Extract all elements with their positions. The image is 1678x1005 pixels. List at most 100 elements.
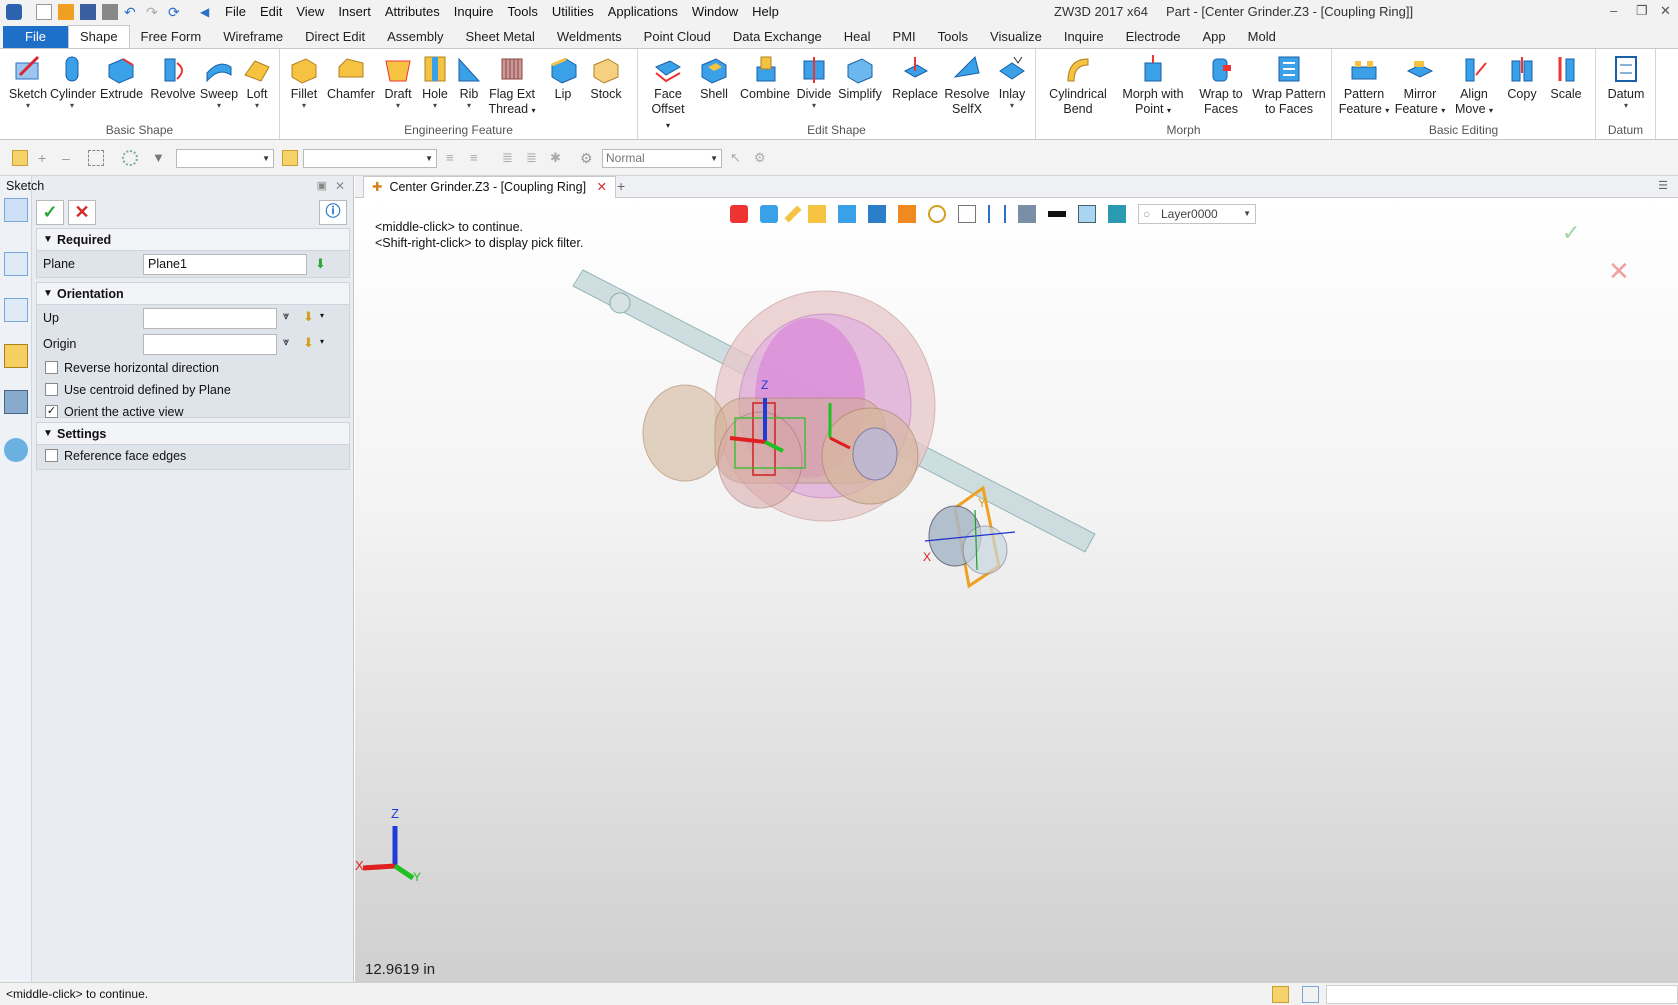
simplify-button[interactable]: Simplify bbox=[836, 53, 884, 102]
parts-box-icon[interactable] bbox=[4, 344, 28, 368]
snap-select[interactable]: ▼ bbox=[303, 149, 437, 168]
refresh-icon[interactable]: ⟳ bbox=[168, 4, 184, 20]
pin-icon[interactable]: ✱ bbox=[550, 150, 566, 166]
orient-view-checkbox[interactable]: ✓ bbox=[45, 405, 58, 418]
menu-attributes[interactable]: Attributes bbox=[378, 0, 447, 24]
divide-button[interactable]: Divide ▾ bbox=[796, 53, 832, 110]
wrap-to-faces-button[interactable]: Wrap to Faces bbox=[1196, 53, 1246, 117]
mirror-feature-button[interactable]: Mirror Feature ▾ bbox=[1394, 53, 1446, 118]
pick-origin-icon[interactable]: ⬇ bbox=[303, 335, 314, 351]
replace-button[interactable]: Replace bbox=[892, 53, 938, 102]
hole-button[interactable]: Hole ▾ bbox=[418, 53, 452, 110]
sketch-panel-icon[interactable] bbox=[4, 198, 28, 222]
shell-button[interactable]: Shell bbox=[696, 53, 732, 102]
minimize-button[interactable]: – bbox=[1610, 3, 1617, 18]
tab-free-form[interactable]: Free Form bbox=[130, 26, 213, 48]
close-window-button[interactable]: ✕ bbox=[1660, 3, 1671, 19]
chamfer-button[interactable]: Chamfer bbox=[326, 53, 376, 102]
align-left-icon[interactable]: ≡ bbox=[446, 150, 462, 166]
snap-icon[interactable] bbox=[282, 150, 298, 166]
chevron-down-icon[interactable]: ▾ bbox=[320, 311, 324, 320]
menu-file[interactable]: File bbox=[218, 0, 253, 24]
draft-button[interactable]: Draft ▾ bbox=[380, 53, 416, 110]
back-arrow-icon[interactable]: ◀ bbox=[200, 4, 216, 20]
pick-plane-icon[interactable]: ⬇ bbox=[315, 256, 326, 272]
user-icon[interactable] bbox=[4, 438, 28, 462]
menu-window[interactable]: Window bbox=[685, 0, 745, 24]
save-icon[interactable] bbox=[80, 4, 96, 20]
menu-view[interactable]: View bbox=[289, 0, 331, 24]
cylindrical-bend-button[interactable]: Cylindrical Bend bbox=[1046, 53, 1110, 117]
menu-tools[interactable]: Tools bbox=[501, 0, 545, 24]
tab-point-cloud[interactable]: Point Cloud bbox=[633, 26, 722, 48]
stock-button[interactable]: Stock bbox=[586, 53, 626, 102]
remove-pick-icon[interactable]: – bbox=[62, 150, 78, 166]
sweep-button[interactable]: Sweep ▾ bbox=[198, 53, 240, 110]
ok-button[interactable]: ✓ bbox=[36, 200, 64, 225]
tab-list-icon[interactable]: ☰ bbox=[1658, 179, 1668, 192]
datum-button[interactable]: Datum ▾ bbox=[1602, 53, 1650, 110]
tab-tools[interactable]: Tools bbox=[927, 26, 979, 48]
menu-utilities[interactable]: Utilities bbox=[545, 0, 601, 24]
command-input[interactable] bbox=[1326, 985, 1678, 1004]
chevron-down-icon[interactable]: ▾ bbox=[320, 337, 324, 346]
close-tab-icon[interactable]: ✕ bbox=[596, 180, 606, 194]
reverse-horizontal-checkbox[interactable] bbox=[45, 361, 58, 374]
tab-assembly[interactable]: Assembly bbox=[376, 26, 454, 48]
restore-button[interactable]: ❐ bbox=[1636, 3, 1648, 19]
reference-edges-checkbox[interactable] bbox=[45, 449, 58, 462]
lip-button[interactable]: Lip bbox=[548, 53, 578, 102]
menu-inquire[interactable]: Inquire bbox=[447, 0, 501, 24]
tab-app[interactable]: App bbox=[1192, 26, 1237, 48]
image-gallery-icon[interactable] bbox=[4, 390, 28, 414]
filter-select[interactable]: ▼ bbox=[176, 149, 274, 168]
menu-edit[interactable]: Edit bbox=[253, 0, 289, 24]
rib-button[interactable]: Rib ▾ bbox=[452, 53, 486, 110]
plane-field[interactable]: Plane1 bbox=[143, 254, 307, 275]
pick-up-icon[interactable]: ⬇ bbox=[303, 309, 314, 325]
gear-icon[interactable]: ⚙ bbox=[580, 150, 596, 166]
morph-with-point-button[interactable]: Morph with Point ▾ bbox=[1118, 53, 1188, 118]
tab-file[interactable]: File bbox=[3, 26, 68, 48]
tab-direct-edit[interactable]: Direct Edit bbox=[294, 26, 376, 48]
up-field[interactable] bbox=[143, 308, 277, 329]
lasso-icon[interactable] bbox=[122, 150, 138, 166]
filter-icon[interactable]: ▼ bbox=[152, 150, 168, 166]
menu-help[interactable]: Help bbox=[745, 0, 786, 24]
tab-inquire[interactable]: Inquire bbox=[1053, 26, 1115, 48]
use-centroid-checkbox[interactable] bbox=[45, 383, 58, 396]
expand-up-icon[interactable]: ⩔ bbox=[283, 310, 289, 323]
cylinder-button[interactable]: Cylinder ▾ bbox=[50, 53, 96, 110]
select-arrow-icon[interactable] bbox=[12, 150, 28, 166]
tab-shape[interactable]: Shape bbox=[67, 25, 130, 48]
document-tab[interactable]: ✚ Center Grinder.Z3 - [Coupling Ring] ✕ bbox=[363, 176, 616, 198]
close-panel-icon[interactable]: ✕ bbox=[335, 176, 345, 196]
tab-data-exchange[interactable]: Data Exchange bbox=[722, 26, 833, 48]
fillet-button[interactable]: Fillet ▾ bbox=[286, 53, 322, 110]
tab-pmi[interactable]: PMI bbox=[882, 26, 927, 48]
assembly-tree-icon[interactable] bbox=[4, 298, 28, 322]
cancel-button[interactable]: ✕ bbox=[68, 200, 96, 225]
model-view[interactable] bbox=[355, 198, 1678, 982]
menu-insert[interactable]: Insert bbox=[331, 0, 378, 24]
pattern-feature-button[interactable]: Pattern Feature ▾ bbox=[1338, 53, 1390, 118]
open-file-icon[interactable] bbox=[58, 4, 74, 20]
print-icon[interactable] bbox=[102, 4, 118, 20]
status-view-icon[interactable] bbox=[1272, 986, 1289, 1003]
tab-sheet-metal[interactable]: Sheet Metal bbox=[455, 26, 546, 48]
flag-ext-thread-button[interactable]: Flag Ext Thread ▾ bbox=[486, 53, 538, 118]
graphics-viewport[interactable]: ○ Layer0000 ▼ <middle-click> to continue… bbox=[355, 198, 1678, 982]
copy-button[interactable]: Copy bbox=[1502, 53, 1542, 102]
settings-small-icon[interactable]: ⚙ bbox=[754, 150, 770, 166]
align-center-icon[interactable]: ≡ bbox=[470, 150, 486, 166]
render-mode-select[interactable]: Normal ▼ bbox=[602, 149, 722, 168]
revolve-button[interactable]: Revolve bbox=[150, 53, 196, 102]
menu-applications[interactable]: Applications bbox=[601, 0, 685, 24]
orientation-header[interactable]: ▼ Orientation bbox=[37, 283, 349, 305]
tab-weldments[interactable]: Weldments bbox=[546, 26, 633, 48]
extrude-button[interactable]: Extrude bbox=[100, 53, 143, 102]
history-tree-icon[interactable] bbox=[4, 252, 28, 276]
align-move-button[interactable]: Align Move ▾ bbox=[1450, 53, 1498, 118]
face-offset-button[interactable]: Face Offset ▾ bbox=[648, 53, 688, 133]
origin-field[interactable] bbox=[143, 334, 277, 355]
